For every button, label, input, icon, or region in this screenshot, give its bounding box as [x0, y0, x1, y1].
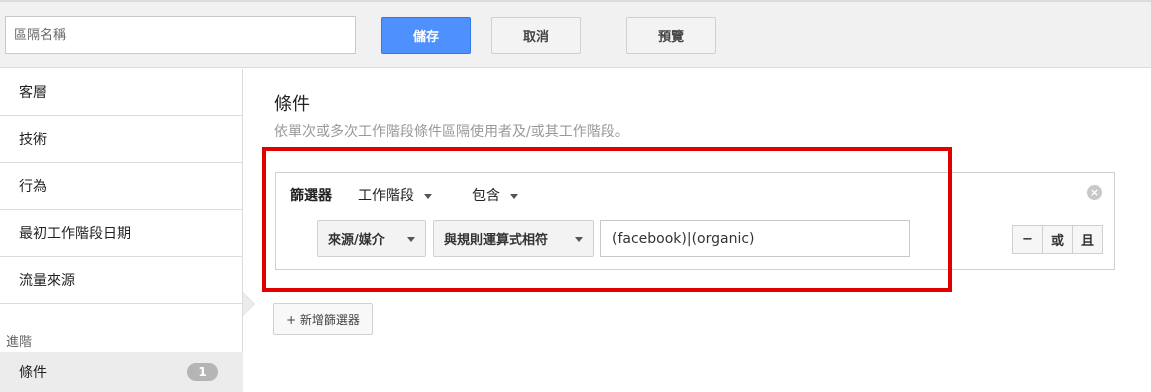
sidebar: 客層 技術 行為 最初工作階段日期 流量來源 進階 條件 1 [0, 69, 243, 392]
operator-select[interactable]: 與規則運算式相符 [433, 220, 594, 257]
sidebar-section-advanced: 進階 [6, 335, 33, 350]
scope-dropdown[interactable]: 工作階段 [358, 185, 432, 205]
sidebar-item-demographics[interactable]: 客層 [0, 69, 242, 116]
mode-dropdown[interactable]: 包含 [472, 185, 518, 205]
scope-dropdown-label: 工作階段 [358, 188, 414, 204]
cancel-button[interactable]: 取消 [491, 17, 581, 54]
page-subtitle: 依單次或多次工作階段條件區隔使用者及/或其工作階段。 [274, 124, 629, 140]
active-pointer-icon [243, 293, 254, 315]
sidebar-item-label: 行為 [19, 179, 47, 195]
sidebar-item-label: 流量來源 [19, 273, 75, 289]
top-divider [0, 0, 1151, 2]
sidebar-item-label: 條件 [19, 365, 47, 381]
filter-label: 篩選器 [290, 188, 332, 204]
condition-value-input[interactable] [600, 220, 910, 257]
dimension-select[interactable]: 來源/媒介 [317, 220, 426, 257]
caret-down-icon [407, 237, 415, 242]
add-filter-button[interactable]: + 新增篩選器 [273, 303, 373, 335]
preview-button[interactable]: 預覽 [626, 17, 716, 54]
condition-operators: − 或 且 [1012, 225, 1103, 254]
page-title: 條件 [274, 94, 310, 115]
save-button[interactable]: 儲存 [381, 17, 471, 54]
caret-down-icon [510, 193, 518, 199]
sidebar-item-label: 客層 [19, 85, 47, 101]
count-badge: 1 [187, 363, 218, 381]
caret-down-icon [575, 237, 583, 242]
sidebar-item-conditions[interactable]: 條件 1 [0, 352, 243, 392]
remove-condition-button[interactable]: − [1013, 226, 1043, 253]
sidebar-item-behavior[interactable]: 行為 [0, 163, 242, 210]
or-button[interactable]: 或 [1043, 226, 1073, 253]
sidebar-item-label: 技術 [19, 132, 47, 148]
mode-dropdown-label: 包含 [472, 188, 500, 204]
caret-down-icon [424, 193, 432, 199]
segment-name-input[interactable] [5, 16, 356, 54]
remove-filter-icon[interactable]: × [1087, 185, 1102, 200]
sidebar-item-label: 最初工作階段日期 [19, 226, 131, 242]
dimension-select-label: 來源/媒介 [328, 233, 385, 248]
sidebar-item-technology[interactable]: 技術 [0, 116, 242, 163]
operator-select-label: 與規則運算式相符 [444, 233, 549, 248]
sidebar-item-first-session-date[interactable]: 最初工作階段日期 [0, 210, 242, 257]
sidebar-item-traffic-sources[interactable]: 流量來源 [0, 257, 242, 304]
top-toolbar: 儲存 取消 預覽 [0, 0, 1151, 68]
and-button[interactable]: 且 [1073, 226, 1102, 253]
